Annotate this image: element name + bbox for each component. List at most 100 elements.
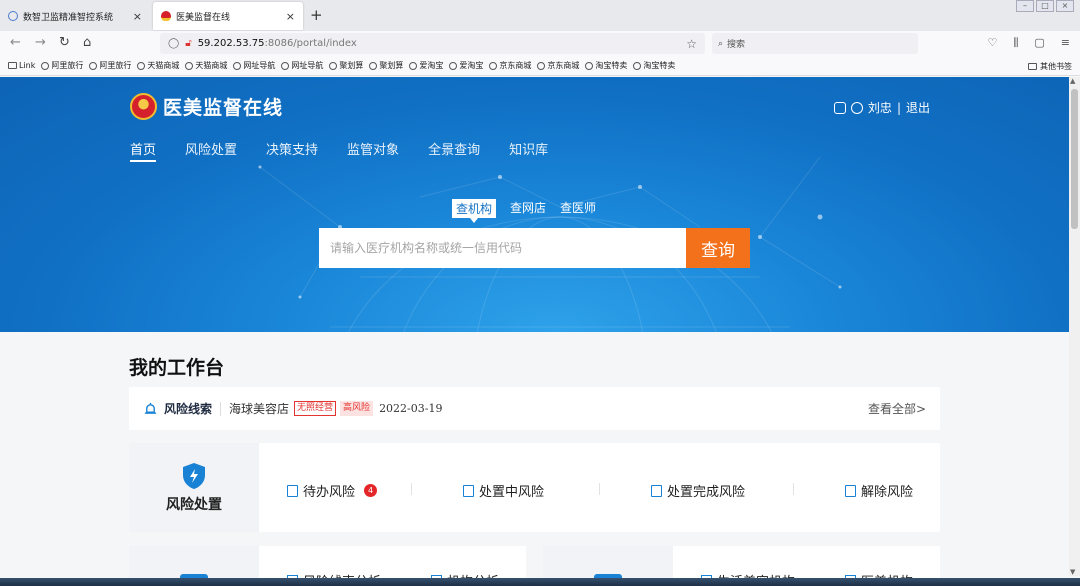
bookmark-label: 京东商城 bbox=[547, 61, 580, 70]
other-bookmarks-label: 其他书签 bbox=[1040, 62, 1072, 71]
bookmarks-bar: Link 阿里旅行 阿里旅行 天猫商城 天猫商城 网址导航 网址导航 聚划算 聚… bbox=[0, 56, 1080, 76]
menu-icon[interactable]: ≡ bbox=[1061, 36, 1070, 50]
page-scrollbar[interactable]: ▲ ▼ bbox=[1069, 77, 1080, 576]
bookmark-item[interactable]: 阿里旅行 bbox=[41, 60, 83, 71]
bookmark-label: 聚划算 bbox=[379, 61, 404, 70]
close-window-button[interactable]: × bbox=[1056, 0, 1074, 12]
bookmark-item[interactable]: 天猫商城 bbox=[137, 60, 179, 71]
bookmark-item[interactable]: Link bbox=[8, 61, 35, 70]
nav-item-panorama[interactable]: 全景查询 bbox=[428, 139, 480, 162]
nav-item-risk[interactable]: 风险处置 bbox=[185, 139, 237, 162]
browser-search-input[interactable]: ⌕ 搜索 bbox=[712, 33, 918, 54]
address-bar[interactable]: ◯ 🔓︎ 59.202.53.75:8086/portal/index ☆ bbox=[160, 33, 705, 54]
bookmark-label: Link bbox=[19, 61, 36, 70]
document-icon bbox=[651, 484, 662, 497]
released-risk-label: 解除风险 bbox=[861, 485, 914, 500]
site-title: 医美监督在线 bbox=[163, 97, 284, 119]
bookmark-item[interactable]: 网址导航 bbox=[281, 60, 323, 71]
user-menu: 刘忠 | 退出 bbox=[833, 99, 930, 116]
close-icon[interactable]: × bbox=[286, 10, 295, 23]
scrollbar-thumb[interactable] bbox=[1071, 89, 1078, 229]
close-icon[interactable]: × bbox=[133, 10, 142, 23]
bookmark-item[interactable]: 淘宝特卖 bbox=[585, 60, 627, 71]
globe-icon bbox=[8, 11, 18, 21]
library-icon[interactable]: ⫼ bbox=[1013, 36, 1018, 50]
main-nav: 首页 风险处置 决策支持 监管对象 全景查询 知识库 bbox=[130, 139, 548, 162]
browser-tab-bar: 数智卫监精准智控系统 × 医美监督在线 × + – □ × bbox=[0, 0, 1080, 31]
globe-icon bbox=[489, 61, 498, 70]
bookmark-item[interactable]: 京东商城 bbox=[537, 60, 579, 71]
bookmark-item[interactable]: 阿里旅行 bbox=[89, 60, 131, 71]
tab-search-shop[interactable]: 查网店 bbox=[510, 199, 546, 218]
tag-unlicensed: 无照经营 bbox=[294, 401, 337, 416]
workbench-title: 我的工作台 bbox=[129, 357, 225, 379]
scroll-up-icon[interactable]: ▲ bbox=[1070, 77, 1075, 85]
globe-icon bbox=[233, 61, 242, 70]
globe-icon bbox=[329, 61, 338, 70]
home-icon[interactable]: ⌂ bbox=[83, 35, 91, 50]
scroll-down-icon[interactable]: ▼ bbox=[1070, 568, 1075, 576]
bookmark-label: 天猫商城 bbox=[147, 61, 180, 70]
other-bookmarks[interactable]: 其他书签 bbox=[1028, 61, 1072, 72]
completed-risk-label: 处置完成风险 bbox=[667, 485, 746, 500]
window-controls: – □ × bbox=[1016, 0, 1074, 12]
risk-clue-bar: 风险线索 海球美容店 无照经营 高风险 2022-03-19 查看全部> bbox=[129, 387, 940, 430]
bookmark-item[interactable]: 聚划算 bbox=[369, 60, 403, 71]
user-icon bbox=[850, 101, 863, 114]
home-icon[interactable] bbox=[833, 101, 846, 114]
divider bbox=[793, 483, 794, 495]
browser-tab-2[interactable]: 医美监督在线 × bbox=[153, 2, 303, 30]
globe-icon bbox=[41, 61, 50, 70]
back-icon[interactable]: ← bbox=[10, 35, 21, 50]
new-tab-button[interactable]: + bbox=[310, 6, 323, 24]
view-all-link[interactable]: 查看全部> bbox=[868, 400, 926, 417]
bookmark-item[interactable]: 网址导航 bbox=[233, 60, 275, 71]
pending-risk-link[interactable]: 待办风险 4 bbox=[287, 481, 378, 500]
released-risk-link[interactable]: 解除风险 bbox=[845, 481, 913, 500]
in-progress-risk-link[interactable]: 处置中风险 bbox=[463, 481, 544, 500]
folder-icon bbox=[1028, 63, 1037, 70]
divider bbox=[599, 483, 600, 495]
document-icon bbox=[287, 484, 298, 497]
pending-risk-label: 待办风险 bbox=[303, 485, 356, 500]
globe-icon bbox=[449, 61, 458, 70]
site-logo[interactable]: 医美监督在线 bbox=[130, 93, 283, 120]
search-input[interactable] bbox=[319, 228, 686, 268]
reload-icon[interactable]: ↻ bbox=[59, 35, 70, 50]
maximize-button[interactable]: □ bbox=[1036, 0, 1054, 12]
nav-item-decision[interactable]: 决策支持 bbox=[266, 139, 318, 162]
nav-item-home[interactable]: 首页 bbox=[130, 139, 157, 162]
tab-search-institution[interactable]: 查机构 bbox=[452, 199, 497, 223]
globe-icon bbox=[537, 61, 546, 70]
risk-disposal-side: 风险处置 bbox=[129, 443, 259, 532]
bookmark-item[interactable]: 聚划算 bbox=[329, 60, 363, 71]
completed-risk-link[interactable]: 处置完成风险 bbox=[651, 481, 745, 500]
globe-icon bbox=[281, 61, 290, 70]
bookmark-item[interactable]: 爱淘宝 bbox=[409, 60, 443, 71]
minimize-button[interactable]: – bbox=[1016, 0, 1034, 12]
globe-icon bbox=[409, 61, 418, 70]
os-taskbar bbox=[0, 578, 1080, 586]
bookmark-item[interactable]: 淘宝特卖 bbox=[633, 60, 675, 71]
bookmark-label: 阿里旅行 bbox=[51, 61, 84, 70]
pocket-icon[interactable]: ♡ bbox=[987, 36, 997, 50]
bookmark-label: 淘宝特卖 bbox=[643, 61, 676, 70]
bookmark-item[interactable]: 天猫商城 bbox=[185, 60, 227, 71]
bookmark-item[interactable]: 爱淘宝 bbox=[449, 60, 483, 71]
bookmark-label: 爱淘宝 bbox=[459, 61, 484, 70]
clue-name[interactable]: 海球美容店 bbox=[229, 400, 289, 417]
nav-item-subjects[interactable]: 监管对象 bbox=[347, 139, 399, 162]
logout-link[interactable]: 退出 bbox=[906, 99, 930, 116]
bookmark-item[interactable]: 京东商城 bbox=[489, 60, 531, 71]
bookmark-label: 网址导航 bbox=[243, 61, 276, 70]
search-button[interactable]: 查询 bbox=[686, 228, 750, 268]
forward-icon[interactable]: → bbox=[35, 35, 46, 50]
sidebar-icon[interactable]: ▢ bbox=[1034, 36, 1044, 50]
nav-item-knowledge[interactable]: 知识库 bbox=[509, 139, 548, 162]
divider bbox=[411, 483, 412, 495]
browser-tab-1[interactable]: 数智卫监精准智控系统 × bbox=[0, 2, 150, 30]
tab-search-doctor[interactable]: 查医师 bbox=[560, 199, 596, 218]
user-name[interactable]: 刘忠 bbox=[868, 99, 892, 116]
tab-label: 数智卫监精准智控系统 bbox=[23, 12, 114, 23]
bookmark-star-icon[interactable]: ☆ bbox=[686, 37, 697, 51]
